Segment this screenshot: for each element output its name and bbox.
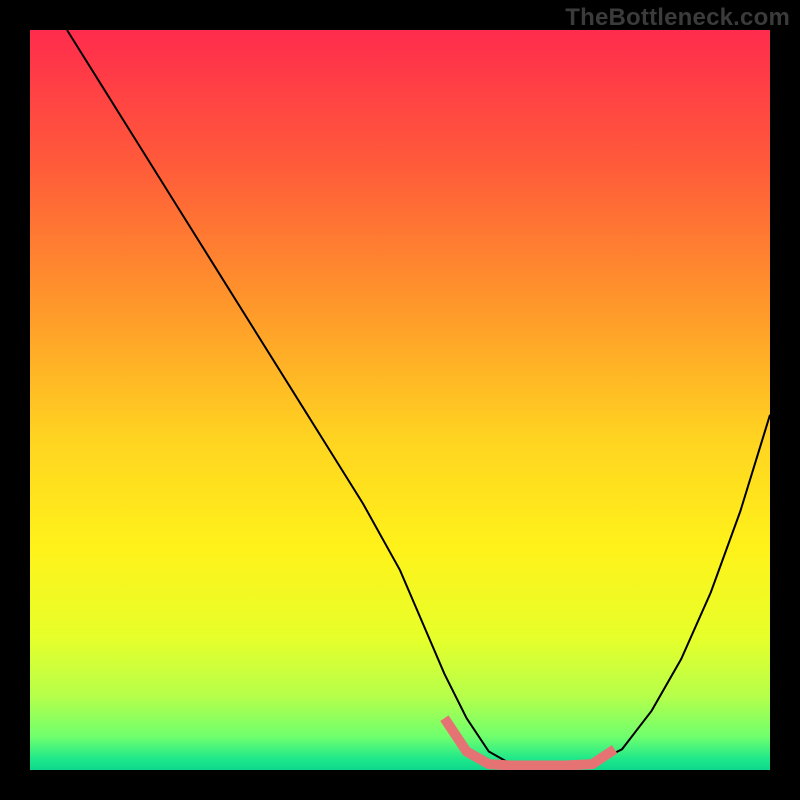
chart-svg <box>30 30 770 770</box>
plot-area <box>30 30 770 770</box>
gradient-background <box>30 30 770 770</box>
watermark-text: TheBottleneck.com <box>565 4 790 32</box>
chart-frame: TheBottleneck.com <box>0 0 800 800</box>
